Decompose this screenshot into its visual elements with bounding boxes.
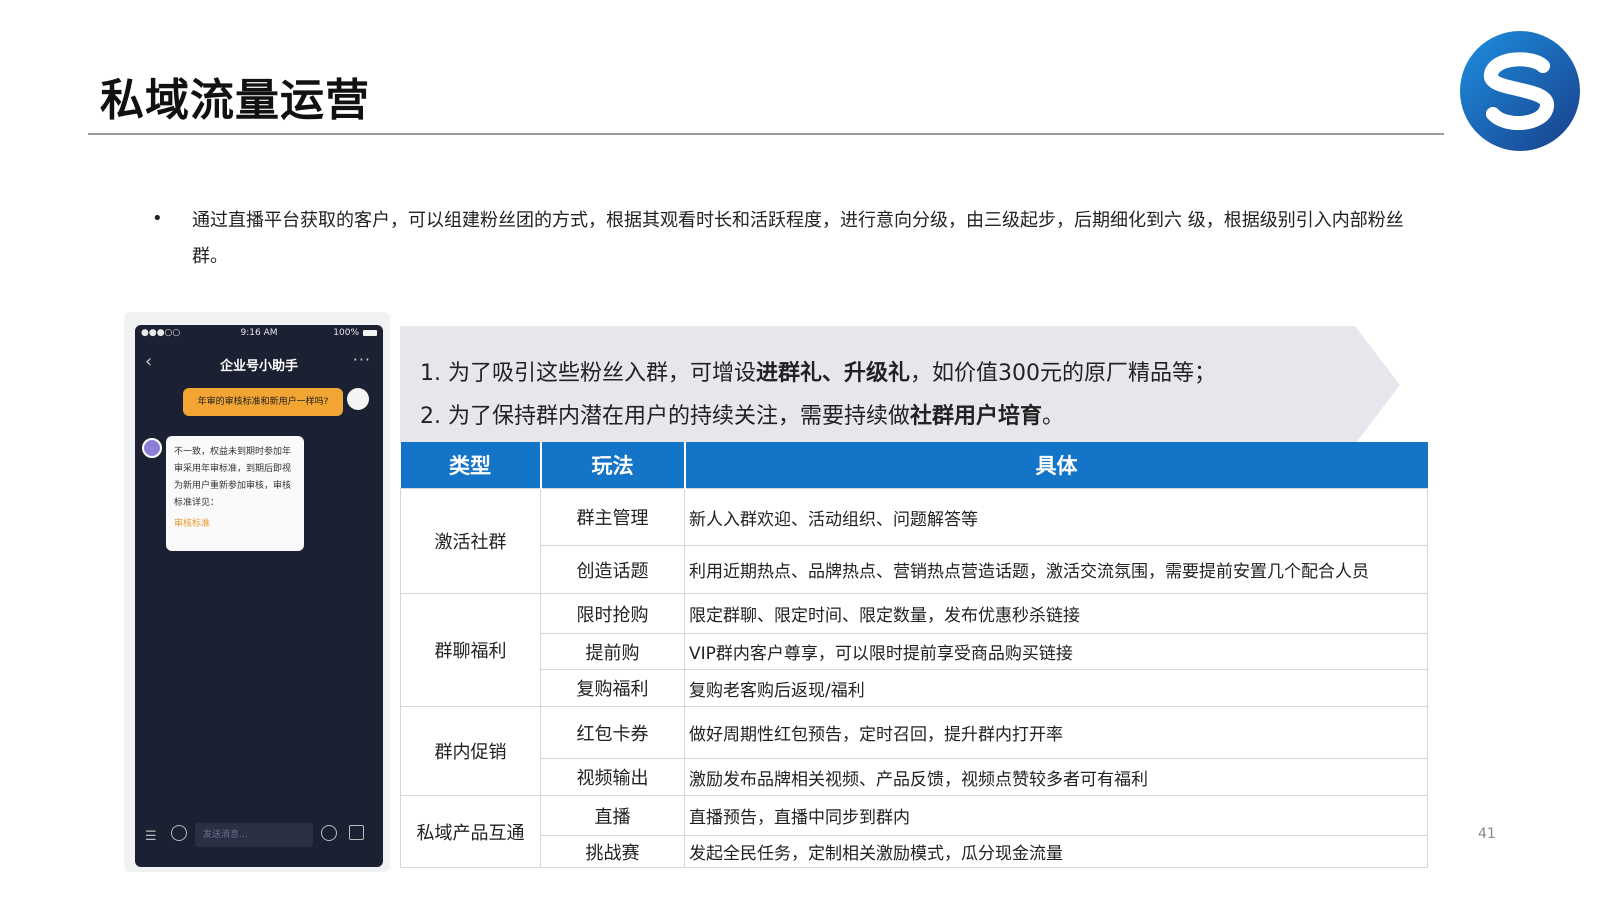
detail-cell: 新人入群欢迎、活动组织、问题解答等	[684, 488, 1428, 546]
brand-logo-icon	[1460, 31, 1580, 151]
emoji-icon[interactable]	[321, 825, 337, 841]
page-number: 41	[1478, 826, 1496, 842]
operations-table: 类型 玩法 具体 激活社群 群主管理 新人入群欢迎、活动组织、问题解答等 创造话…	[400, 442, 1428, 868]
detail-cell: VIP群内客户尊享，可以限时提前享受商品购买链接	[684, 633, 1428, 670]
detail-cell: 复购老客购后返现/福利	[684, 669, 1428, 707]
play-cell: 视频输出	[540, 758, 685, 796]
table-row: 私域产品互通 直播 直播预告，直播中同步到群内	[400, 795, 1428, 868]
header-detail: 具体	[684, 442, 1428, 489]
table-row: 提前购 VIP群内客户尊享，可以限时提前享受商品购买链接	[401, 633, 1428, 670]
play-cell: 复购福利	[540, 669, 685, 707]
message-input[interactable]: 发送消息...	[195, 823, 313, 847]
banner-line-2: 2. 为了保持群内潜在用户的持续关注，需要持续做社群用户培育。	[420, 398, 1064, 430]
outgoing-message: 年审的审核标准和新用户一样吗?	[183, 388, 343, 416]
page-title: 私域流量运营	[100, 75, 370, 126]
voice-icon[interactable]	[171, 825, 187, 841]
play-cell: 直播	[540, 795, 685, 836]
assistant-avatar	[142, 438, 162, 458]
battery-icon	[363, 330, 377, 336]
play-cell: 红包卡券	[540, 706, 685, 759]
status-bar: ●●●○○ 9:16 AM 100%	[135, 325, 383, 343]
detail-cell: 发起全民任务，定制相关激励模式，瓜分现金流量	[684, 835, 1428, 868]
bullet-marker: •	[152, 208, 163, 229]
battery-percent: 100%	[333, 328, 359, 338]
table-row: 复购福利 复购老客购后返现/福利	[401, 669, 1428, 707]
play-cell: 挑战赛	[540, 835, 685, 868]
detail-cell: 做好周期性红包预告，定时召回，提升群内打开率	[684, 706, 1428, 759]
chat-title: 企业号小助手	[219, 359, 298, 374]
header-type: 类型	[400, 442, 542, 489]
title-divider	[88, 133, 1444, 135]
table-row: 视频输出 激励发布品牌相关视频、产品反馈，视频点赞较多者可有福利	[401, 758, 1428, 796]
user-avatar	[347, 388, 369, 410]
play-cell: 限时抢购	[540, 593, 685, 634]
table-row: 群聊福利 限时抢购 限定群聊、限定时间、限定数量，发布优惠秒杀链接	[400, 593, 1428, 707]
chat-input-bar: ☰ 发送消息...	[135, 820, 383, 854]
table-row: 群内促销 红包卡券 做好周期性红包预告，定时召回，提升群内打开率	[400, 706, 1428, 796]
detail-cell: 限定群聊、限定时间、限定数量，发布优惠秒杀链接	[684, 593, 1428, 634]
category-cell: 群内促销	[400, 706, 541, 796]
play-cell: 群主管理	[540, 488, 685, 546]
detail-cell: 直播预告，直播中同步到群内	[684, 795, 1428, 836]
category-cell: 激活社群	[400, 488, 541, 594]
banner-line-2-pre: 2. 为了保持群内潜在用户的持续关注，需要持续做	[420, 404, 910, 429]
banner-line-2-bold: 社群用户培育	[910, 404, 1043, 429]
category-cell: 私域产品互通	[400, 795, 541, 868]
banner-line-1: 1. 为了吸引这些粉丝入群，可增设进群礼、升级礼，如价值300元的原厂精品等；	[420, 355, 1216, 387]
table-header-row: 类型 玩法 具体	[400, 442, 1428, 489]
intro-paragraph: 通过直播平台获取的客户，可以组建粉丝团的方式，根据其观看时长和活跃程度，进行意向…	[192, 210, 1404, 267]
play-cell: 提前购	[540, 633, 685, 670]
more-icon[interactable]: ···	[353, 350, 371, 369]
play-cell: 创造话题	[540, 545, 685, 594]
banner-line-1-post: ，如价值300元的原厂精品等；	[910, 361, 1217, 386]
incoming-message: 不一致，权益未到期时参加年审采用年审标准，到期后即视为新用户重新参加审核，审核标…	[166, 436, 304, 551]
table-row: 创造话题 利用近期热点、品牌热点、营销热点营造话题，激活交流氛围，需要提前安置几…	[401, 545, 1428, 594]
image-icon[interactable]	[349, 825, 364, 840]
detail-cell: 激励发布品牌相关视频、产品反馈，视频点赞较多者可有福利	[684, 758, 1428, 796]
banner-line-2-post: 。	[1042, 404, 1065, 429]
table-row: 激活社群 群主管理 新人入群欢迎、活动组织、问题解答等	[400, 488, 1428, 594]
detail-cell: 利用近期热点、品牌热点、营销热点营造话题，激活交流氛围，需要提前安置几个配合人员	[684, 545, 1428, 594]
header-play: 玩法	[540, 442, 686, 489]
banner-line-1-bold: 进群礼、升级礼	[756, 361, 911, 386]
banner-line-1-pre: 1. 为了吸引这些粉丝入群，可增设	[420, 361, 756, 386]
chat-nav-bar: ‹ 企业号小助手 ···	[135, 343, 383, 381]
incoming-message-link[interactable]: 审核标准	[174, 516, 296, 533]
menu-list-icon[interactable]: ☰	[145, 829, 157, 844]
category-cell: 群聊福利	[400, 593, 541, 707]
table-row: 挑战赛 发起全民任务，定制相关激励模式，瓜分现金流量	[401, 835, 1428, 868]
incoming-message-text: 不一致，权益未到期时参加年审采用年审标准，到期后即视为新用户重新参加审核，审核标…	[174, 447, 292, 508]
